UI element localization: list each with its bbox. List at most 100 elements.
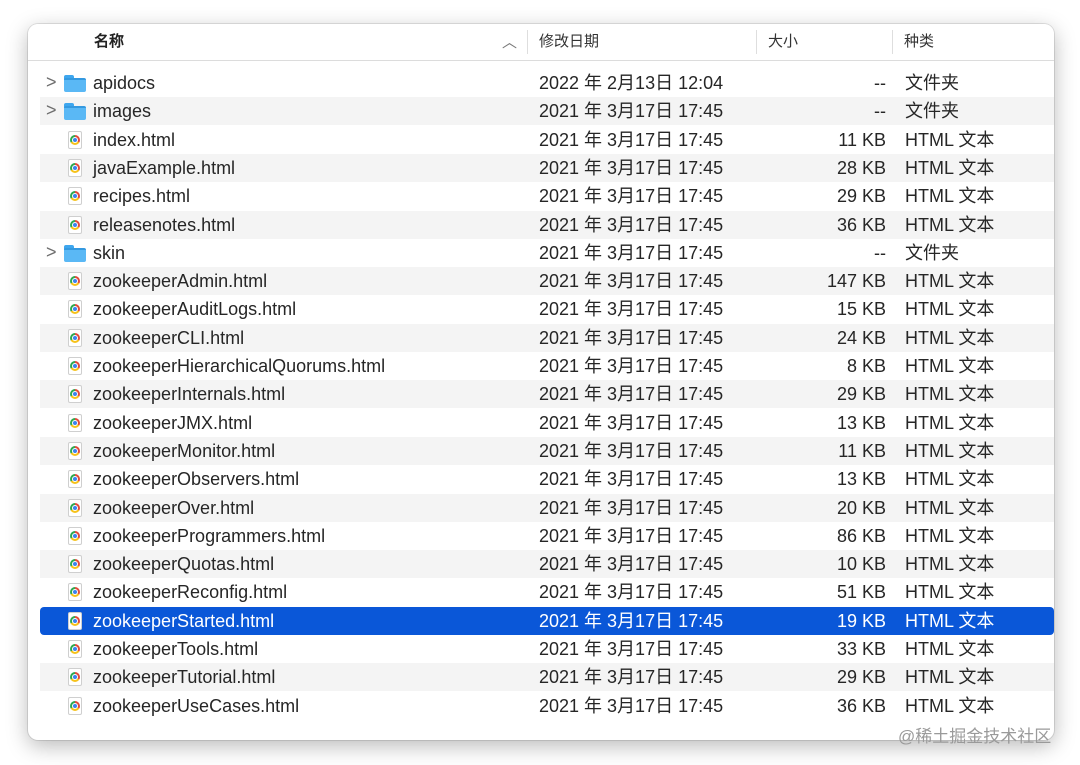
file-row[interactable]: index.html 2021 年 3月17日 17:45 11 KB HTML 文本 [40, 126, 1054, 154]
file-kind: HTML 文本 [905, 525, 995, 546]
file-name: releasenotes.html [93, 214, 236, 235]
column-header: 名称 ︿ 修改日期 大小 种类 [28, 24, 1054, 61]
file-row[interactable]: zookeeperProgrammers.html 2021 年 3月17日 17… [40, 522, 1054, 550]
file-row[interactable]: zookeeperTutorial.html 2021 年 3月17日 17:45… [40, 663, 1054, 692]
file-name: zookeeperOver.html [93, 497, 255, 518]
file-row[interactable]: zookeeperHierarchicalQuorums.html 2021 年 … [40, 352, 1054, 380]
chrome-html-file-icon [64, 328, 86, 348]
file-date-modified: 2021 年 3月17日 17:45 [539, 186, 724, 207]
file-size: 51 KB [836, 582, 886, 603]
file-date-modified: 2021 年 3月17日 17:45 [539, 554, 724, 575]
file-date-modified: 2021 年 3月17日 17:45 [539, 157, 724, 178]
file-name: zookeeperJMX.html [93, 412, 253, 433]
file-date-modified: 2022 年 2月13日 12:04 [539, 73, 724, 93]
file-row[interactable]: zookeeperInternals.html 2021 年 3月17日 17:4… [40, 380, 1054, 409]
file-row[interactable]: zookeeperQuotas.html 2021 年 3月17日 17:45 10… [40, 550, 1054, 579]
chrome-html-file-icon [64, 639, 86, 659]
file-kind: HTML 文本 [905, 327, 995, 348]
file-kind: HTML 文本 [905, 610, 995, 631]
file-name: zookeeperHierarchicalQuorums.html [93, 356, 386, 376]
file-name: zookeeperAuditLogs.html [93, 299, 297, 320]
file-size: -- [874, 73, 886, 93]
file-kind: HTML 文本 [905, 469, 995, 490]
file-row[interactable]: zookeeperJMX.html 2021 年 3月17日 17:45 13 KB… [40, 409, 1054, 437]
file-row[interactable]: javaExample.html 2021 年 3月17日 17:45 28 KB H… [40, 153, 1054, 182]
file-row[interactable]: zookeeperReconfig.html 2021 年 3月17日 17:45… [40, 578, 1054, 606]
file-row[interactable]: zookeeperOver.html 2021 年 3月17日 17:45 20 K… [40, 493, 1054, 522]
file-date-modified: 2021 年 3月17日 17:45 [539, 271, 724, 292]
file-row[interactable]: zookeeperCLI.html 2021 年 3月17日 17:45 24 KB… [40, 323, 1054, 352]
file-row[interactable]: recipes.html 2021 年 3月17日 17:45 29 KB HTML … [40, 182, 1054, 210]
file-size: 20 KB [836, 497, 886, 518]
folder-icon [64, 243, 86, 263]
column-size-header[interactable]: 大小 [768, 24, 798, 60]
file-size: 36 KB [836, 214, 886, 235]
file-date-modified: 2021 年 3月17日 17:45 [539, 412, 724, 433]
file-size: 29 KB [836, 667, 886, 688]
file-row[interactable]: zookeeperObservers.html 2021 年 3月17日 17:4… [40, 465, 1054, 493]
column-divider[interactable] [892, 30, 893, 54]
file-size: 147 KB [826, 271, 886, 292]
folder-icon [64, 101, 86, 121]
file-size: 86 KB [836, 525, 886, 546]
column-name-header[interactable]: 名称 [94, 24, 124, 60]
file-date-modified: 2021 年 3月17日 17:45 [539, 101, 724, 122]
file-row[interactable]: zookeeperAuditLogs.html 2021 年 3月17日 17:4… [40, 295, 1054, 323]
file-kind: HTML 文本 [905, 129, 995, 150]
file-date-modified: 2021 年 3月17日 17:45 [539, 525, 724, 546]
chrome-html-file-icon [64, 271, 86, 291]
chrome-html-file-icon [64, 299, 86, 319]
chrome-html-file-icon [64, 158, 86, 178]
file-row[interactable]: zookeeperAdmin.html 2021 年 3月17日 17:45 147… [40, 267, 1054, 296]
column-date-header[interactable]: 修改日期 [539, 24, 599, 60]
file-name: zookeeperMonitor.html [93, 440, 276, 461]
file-size: 29 KB [836, 384, 886, 405]
file-row[interactable]: > images 2021 年 3月17日 17:45 -- 文件夹 [40, 97, 1054, 126]
chrome-html-file-icon [64, 526, 86, 546]
file-row[interactable]: > skin 2021 年 3月17日 17:45 -- 文件夹 [40, 239, 1054, 267]
chrome-html-file-icon [64, 413, 86, 433]
file-name: apidocs [93, 73, 156, 93]
file-size: 15 KB [836, 299, 886, 320]
file-kind: HTML 文本 [905, 384, 995, 405]
file-date-modified: 2021 年 3月17日 17:45 [539, 497, 724, 518]
file-date-modified: 2021 年 3月17日 17:45 [539, 356, 724, 376]
file-name: zookeeperReconfig.html [93, 582, 288, 603]
chrome-html-file-icon [64, 186, 86, 206]
file-name: zookeeperStarted.html [93, 610, 275, 631]
file-kind: HTML 文本 [905, 639, 995, 659]
file-name: recipes.html [93, 186, 191, 207]
watermark: @稀土掘金技术社区 [898, 727, 1052, 746]
file-kind: HTML 文本 [905, 214, 995, 235]
file-row[interactable]: zookeeperTools.html 2021 年 3月17日 17:45 33 … [40, 635, 1054, 663]
disclosure-chevron-icon[interactable]: > [46, 97, 60, 125]
file-kind: HTML 文本 [905, 497, 995, 518]
file-kind: 文件夹 [905, 242, 959, 263]
column-kind-header[interactable]: 种类 [904, 24, 934, 60]
file-name: zookeeperObservers.html [93, 469, 300, 490]
file-kind: HTML 文本 [905, 271, 995, 292]
file-size: 28 KB [836, 157, 886, 178]
file-name: zookeeperUseCases.html [93, 695, 300, 716]
file-row[interactable]: > apidocs 2022 年 2月13日 12:04 -- 文件夹 [40, 69, 1054, 97]
file-row[interactable]: zookeeperStarted.html 2021 年 3月17日 17:45 1… [40, 606, 1054, 635]
sort-ascending-icon[interactable]: ︿ [502, 25, 517, 61]
file-date-modified: 2021 年 3月17日 17:45 [539, 299, 724, 320]
file-row[interactable]: releasenotes.html 2021 年 3月17日 17:45 36 KB… [40, 210, 1054, 239]
disclosure-chevron-icon[interactable]: > [46, 69, 60, 97]
file-size: 24 KB [836, 327, 886, 348]
file-size: 13 KB [836, 469, 886, 490]
file-size: 19 KB [836, 610, 886, 631]
file-row[interactable]: zookeeperUseCases.html 2021 年 3月17日 17:45… [40, 692, 1054, 720]
file-size: 11 KB [838, 129, 886, 150]
disclosure-chevron-icon[interactable]: > [46, 239, 60, 267]
file-name: zookeeperCLI.html [93, 327, 245, 348]
file-date-modified: 2021 年 3月17日 17:45 [539, 667, 724, 688]
file-kind: HTML 文本 [905, 157, 995, 178]
column-divider[interactable] [756, 30, 757, 54]
chrome-html-file-icon [64, 611, 86, 631]
column-divider[interactable] [527, 30, 528, 54]
file-kind: HTML 文本 [905, 440, 995, 461]
file-row[interactable]: zookeeperMonitor.html 2021 年 3月17日 17:45 1… [40, 436, 1054, 465]
file-size: -- [874, 101, 886, 122]
